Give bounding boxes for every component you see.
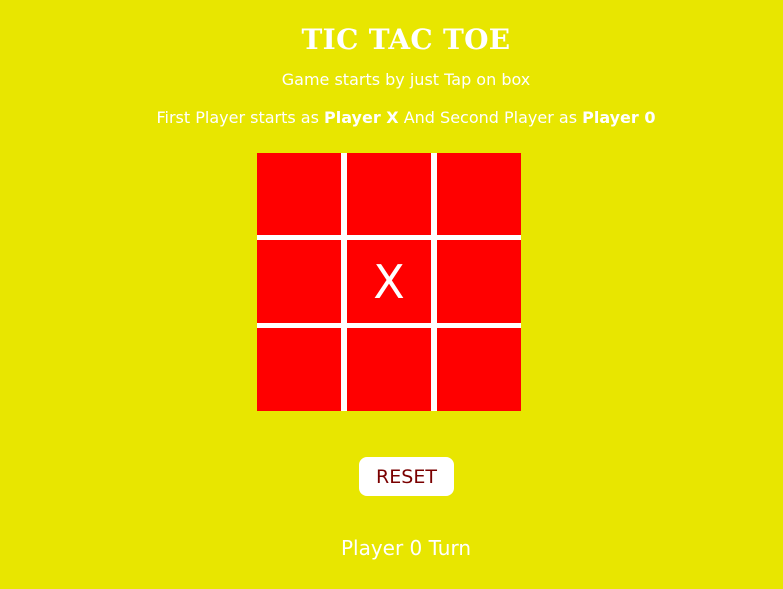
board-cell-8[interactable]: [347, 328, 431, 411]
game-board: X: [257, 153, 521, 411]
player-info: First Player starts as Player X And Seco…: [0, 108, 783, 128]
board-cell-1[interactable]: [257, 153, 341, 235]
game-subtitle: Game starts by just Tap on box: [281, 70, 531, 89]
board-cell-6[interactable]: [437, 240, 521, 323]
board-cell-4[interactable]: [257, 240, 341, 323]
board-cell-7[interactable]: [257, 328, 341, 411]
player-x-label: Player X: [324, 108, 399, 127]
board-cell-5[interactable]: X: [347, 240, 431, 323]
game-title: TIC TAC TOE: [301, 23, 511, 56]
info-prefix: First Player starts as: [156, 108, 325, 127]
board-cell-3[interactable]: [437, 153, 521, 235]
board-cell-9[interactable]: [437, 328, 521, 411]
turn-status: Player 0 Turn: [340, 536, 472, 560]
player-0-label: Player 0: [582, 108, 656, 127]
info-middle: And Second Player as: [398, 108, 583, 127]
board-cell-2[interactable]: [347, 153, 431, 235]
reset-button[interactable]: RESET: [359, 457, 454, 496]
